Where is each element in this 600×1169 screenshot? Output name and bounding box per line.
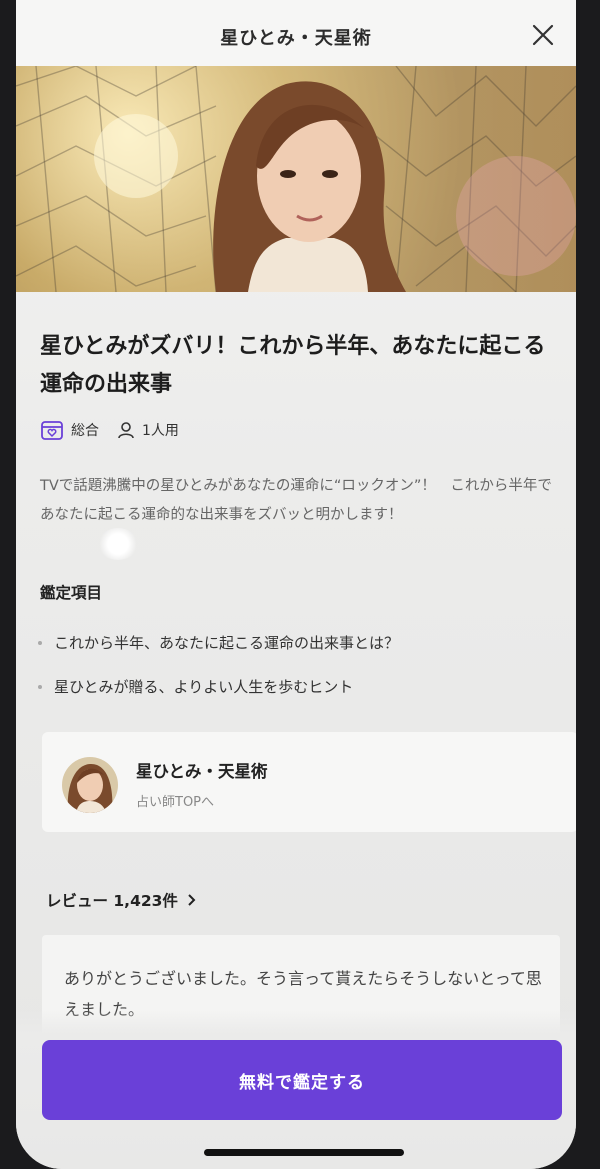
reviews-link[interactable]: レビュー 1,423件 bbox=[46, 889, 197, 911]
menu-description: TVで話題沸騰中の星ひとみがあなたの運命に“ロックオン”！ これから半年であなた… bbox=[40, 478, 552, 523]
app-screen: 星ひとみ・天星術 星ひとみがズバリ！これから半年、あなたに起こる運命の出来事 総… bbox=[16, 0, 576, 1169]
header: 星ひとみ・天星術 bbox=[16, 0, 576, 66]
close-icon[interactable] bbox=[530, 22, 556, 48]
people-tag: 1人用 bbox=[117, 420, 179, 440]
page-title: 星ひとみ・天星術 bbox=[220, 28, 372, 49]
category-label: 総合 bbox=[71, 423, 99, 439]
list-item: これから半年、あなたに起こる運命の出来事とは？ bbox=[38, 628, 399, 658]
bullet-dot bbox=[38, 641, 42, 645]
reviews-link-label: レビュー 1,423件 bbox=[46, 892, 178, 910]
person-icon bbox=[118, 422, 134, 439]
gift-box-icon bbox=[41, 421, 63, 440]
items-list: これから半年、あなたに起こる運命の出来事とは？ 星ひとみが贈る、よりよい人生を歩… bbox=[38, 628, 399, 716]
fortune-teller-top-link[interactable]: 占い師TOPへ bbox=[136, 791, 214, 810]
avatar bbox=[62, 757, 118, 813]
list-item: 星ひとみが贈る、よりよい人生を歩むヒント bbox=[38, 672, 399, 702]
people-label: 1人用 bbox=[142, 423, 179, 439]
free-reading-button[interactable]: 無料で鑑定する bbox=[42, 1040, 562, 1120]
home-indicator[interactable] bbox=[204, 1149, 404, 1156]
list-item-text: これから半年、あなたに起こる運命の出来事とは？ bbox=[54, 634, 400, 652]
category-tag: 総合 bbox=[40, 419, 99, 441]
menu-meta: 総合 1人用 bbox=[40, 418, 197, 442]
screen-glare bbox=[98, 528, 138, 560]
items-heading: 鑑定項目 bbox=[40, 584, 103, 602]
bullet-dot bbox=[38, 685, 42, 689]
hero-image bbox=[16, 66, 576, 292]
fortune-teller-name: 星ひとみ・天星術 bbox=[136, 762, 268, 781]
list-item-text: 星ひとみが贈る、よりよい人生を歩むヒント bbox=[54, 678, 354, 696]
chevron-right-icon bbox=[188, 894, 196, 906]
fortune-teller-card[interactable]: 星ひとみ・天星術 占い師TOPへ bbox=[42, 732, 576, 832]
menu-title: 星ひとみがズバリ！これから半年、あなたに起こる運命の出来事 bbox=[40, 334, 546, 397]
